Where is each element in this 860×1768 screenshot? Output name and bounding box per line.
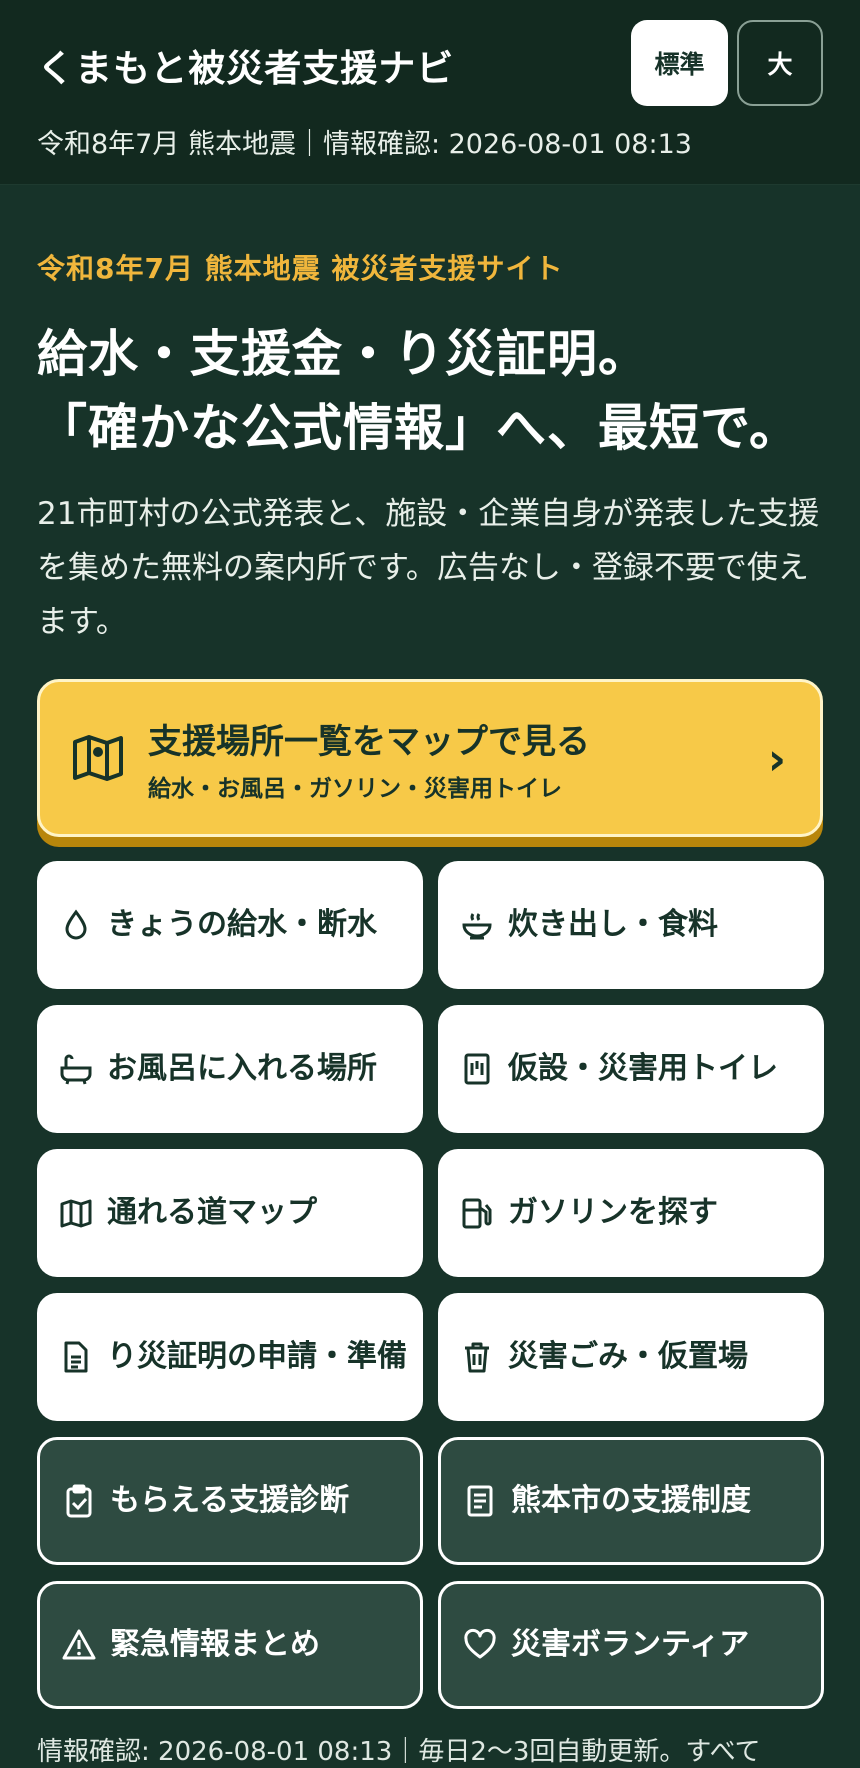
tile-food[interactable]: 炊き出し・食料 (438, 861, 824, 989)
category-grid: きょうの給水・断水 炊き出し・食料 お風呂に入れる場所 仮設・災害用トイレ 通れ… (37, 861, 824, 1709)
tile-disaster-waste[interactable]: 災害ごみ・仮置場 (438, 1293, 824, 1421)
document-list-icon (467, 1485, 493, 1517)
tile-label: 仮設・災害用トイレ (508, 1051, 778, 1086)
font-size-large-button[interactable]: 大 (737, 20, 823, 106)
tile-label: きょうの給水・断水 (107, 907, 377, 942)
cta-subtitle: 給水・お風呂・ガソリン・災害用トイレ (148, 775, 562, 802)
tile-bath[interactable]: お風呂に入れる場所 (37, 1005, 423, 1133)
page-headline: 給水・支援金・り災証明。 「確かな公式情報」へ、最短で。 (37, 317, 823, 465)
heart-icon (464, 1628, 496, 1659)
headline-line-2: 「確かな公式情報」へ、最短で。 (37, 399, 800, 457)
map-icon (73, 735, 123, 781)
clipboard-check-icon (66, 1484, 92, 1518)
tile-label: 熊本市の支援制度 (511, 1483, 751, 1518)
chevron-right-icon: › (767, 734, 786, 785)
tile-support-diagnosis[interactable]: もらえる支援診断 (37, 1437, 423, 1565)
lead-text: 21市町村の公式発表と、施設・企業自身が発表した支援を集めた無料の案内所です。広… (37, 496, 820, 640)
disaster-info-line: 令和8年7月 熊本地震｜情報確認: 2026-08-01 08:13 (37, 129, 692, 160)
cta-title: 支援場所一覧をマップで見る (148, 721, 590, 762)
tile-water-supply[interactable]: きょうの給水・断水 (37, 861, 423, 989)
tile-toilet[interactable]: 仮設・災害用トイレ (438, 1005, 824, 1133)
toilet-icon (464, 1053, 490, 1085)
site-kicker: 令和8年7月 熊本地震 被災者支援サイト (37, 252, 564, 285)
trash-icon (465, 1342, 489, 1373)
tile-label: り災証明の申請・準備 (107, 1339, 407, 1374)
warning-icon (62, 1629, 96, 1660)
tile-label: お風呂に入れる場所 (107, 1051, 377, 1086)
font-size-standard-button[interactable]: 標準 (631, 20, 728, 106)
tile-label: 通れる道マップ (107, 1195, 317, 1230)
tile-label: 災害ごみ・仮置場 (508, 1339, 748, 1374)
app-title: くまもと被災者支援ナビ (37, 47, 455, 90)
tile-label: 緊急情報まとめ (110, 1627, 320, 1662)
tile-emergency-info[interactable]: 緊急情報まとめ (37, 1581, 423, 1709)
tile-kumamoto-city-support[interactable]: 熊本市の支援制度 (438, 1437, 824, 1565)
tile-road-map[interactable]: 通れる道マップ (37, 1149, 423, 1277)
tile-disaster-certificate[interactable]: り災証明の申請・準備 (37, 1293, 423, 1421)
tile-label: もらえる支援診断 (110, 1483, 350, 1518)
water-drop-icon (65, 909, 87, 940)
tile-volunteer[interactable]: 災害ボランティア (438, 1581, 824, 1709)
update-note: 情報確認: 2026-08-01 08:13｜毎日2〜3回自動更新。すべて (37, 1737, 761, 1767)
header: くまもと被災者支援ナビ 標準 大 令和8年7月 熊本地震｜情報確認: 2026-… (0, 0, 860, 185)
bathtub-icon (60, 1054, 92, 1085)
road-map-icon (60, 1199, 92, 1228)
headline-line-1: 給水・支援金・り災証明。 (37, 325, 649, 383)
tile-label: ガソリンを探す (508, 1195, 718, 1230)
tile-gasoline[interactable]: ガソリンを探す (438, 1149, 824, 1277)
map-list-button[interactable]: 支援場所一覧をマップで見る 給水・お風呂・ガソリン・災害用トイレ › (37, 679, 823, 837)
document-icon (64, 1341, 88, 1373)
main-content: 令和8年7月 熊本地震 被災者支援サイト 給水・支援金・り災証明。 「確かな公式… (0, 247, 860, 1768)
fuel-icon (462, 1198, 492, 1229)
tile-label: 災害ボランティア (511, 1627, 750, 1662)
tile-label: 炊き出し・食料 (508, 907, 718, 942)
food-bowl-icon (462, 913, 492, 940)
